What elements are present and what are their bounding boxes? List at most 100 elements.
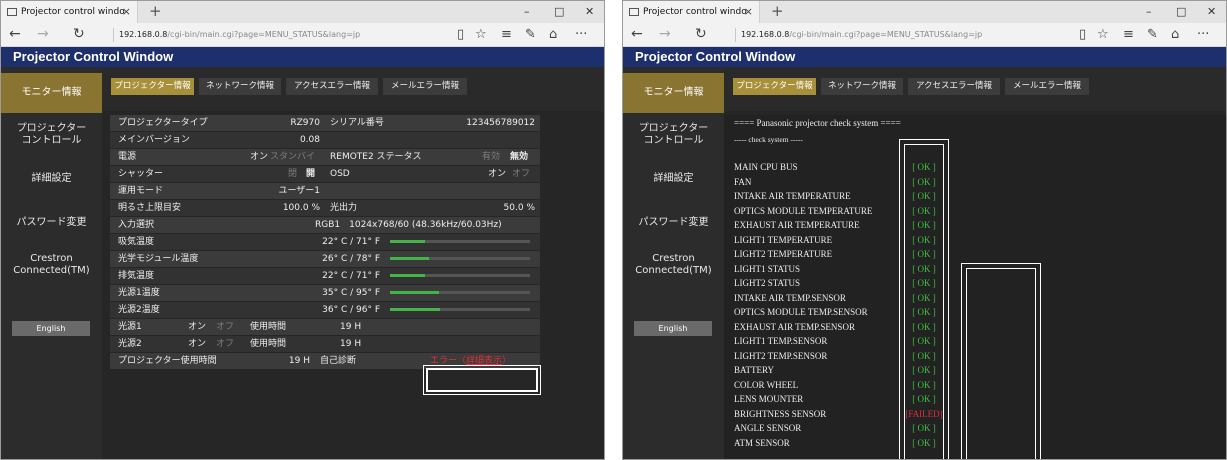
minimize-button[interactable]: – [1146, 1, 1152, 23]
sidebar-item-password[interactable]: パスワード変更 [1, 205, 102, 241]
sidebar-item-crestron[interactable]: Crestron Connected(TM) [1, 247, 102, 283]
error-prefix: エラー（ [430, 356, 467, 366]
output-value: 50.0 % [503, 203, 535, 213]
error-highlight-box [423, 365, 541, 395]
check-header: ==== Panasonic projector check system ==… [734, 118, 901, 128]
web-note-icon[interactable]: ✎ [525, 26, 536, 43]
english-button[interactable]: English [12, 321, 90, 336]
check-item-name: FAN [734, 176, 752, 187]
tab-network-info[interactable]: ネットワーク情報 [199, 78, 281, 95]
tab-access-error[interactable]: アクセスエラー情報 [286, 78, 378, 95]
reading-view-icon[interactable]: ▯ [457, 26, 464, 43]
sidebar: モニター情報 プロジェクター コントロール 詳細設定 パスワード変更 Crest… [1, 67, 102, 459]
share-icon[interactable]: ⌂ [549, 26, 557, 43]
tab-network-info[interactable]: ネットワーク情報 [821, 78, 903, 95]
temp-label: 光学モジュール温度 [118, 254, 199, 264]
sidebar: モニター情報 プロジェクター コントロール 詳細設定 パスワード変更 Crest… [623, 67, 724, 459]
tab-projector-info[interactable]: プロジェクター情報 [111, 78, 194, 95]
check-item-name: OPTICS MODULE TEMP.SENSOR [734, 307, 868, 317]
url-path: /cgi-bin/main.cgi?page=MENU_STATUS&lang=… [167, 30, 361, 39]
more-icon[interactable]: ··· [1197, 26, 1209, 43]
tab-mail-error[interactable]: メールエラー情報 [383, 78, 467, 95]
temp-value: 36° C / 96° F [322, 305, 380, 315]
sidebar-item-detail-settings[interactable]: 詳細設定 [623, 161, 724, 197]
sidebar-item-crestron[interactable]: Crestron Connected(TM) [623, 247, 724, 283]
back-icon[interactable]: ← [9, 26, 21, 43]
table-row: シャッター 閉 開 OSD オン オフ [110, 166, 540, 182]
share-icon[interactable]: ⌂ [1171, 26, 1179, 43]
url-field[interactable]: 192.168.0.8/cgi-bin/main.cgi?page=MENU_S… [119, 29, 360, 41]
forward-icon[interactable]: → [37, 26, 49, 43]
temp-bar [390, 291, 530, 294]
table-row: メインバージョン 0.08 [110, 132, 540, 148]
usage-label: 使用時間 [250, 339, 287, 349]
close-tab-icon[interactable]: × [744, 1, 753, 23]
osd-off: オフ [512, 169, 531, 179]
favorite-star-icon[interactable]: ☆ [475, 26, 487, 43]
error-status: エラー（詳細表示） [430, 353, 511, 369]
tab-projector-info[interactable]: プロジェクター情報 [733, 78, 816, 95]
check-item-name: ATM SENSOR [734, 437, 790, 448]
input-label: 入力選択 [118, 220, 155, 230]
check-item-name: LIGHT1 TEMPERATURE [734, 234, 833, 245]
temp-bar [390, 308, 530, 311]
temp-value: 35° C / 95° F [322, 288, 380, 298]
table-row: 光源1温度 35° C / 95° F [110, 285, 540, 301]
output-label: 光出力 [330, 203, 358, 213]
temp-bar-fill [390, 257, 430, 260]
sidebar-item-projector-control[interactable]: プロジェクター コントロール [623, 117, 724, 153]
light1-on: オン [188, 322, 207, 332]
refresh-icon[interactable]: ↻ [73, 26, 85, 43]
table-row: 光源2温度 36° C / 96° F [110, 302, 540, 318]
shutter-label: シャッター [118, 169, 164, 179]
close-window-button[interactable]: ✕ [1207, 1, 1216, 23]
forward-icon[interactable]: → [659, 26, 671, 43]
sidebar-item-monitor[interactable]: モニター情報 [623, 73, 724, 113]
hub-icon[interactable]: ≡ [501, 26, 512, 43]
back-icon[interactable]: ← [631, 26, 643, 43]
temp-bar-fill [390, 308, 441, 311]
check-item-name: LIGHT2 TEMPERATURE [734, 249, 833, 259]
favorite-star-icon[interactable]: ☆ [1097, 26, 1109, 43]
tab-title: Projector control windo [21, 7, 125, 17]
temp-label: 光源1温度 [118, 288, 160, 298]
new-tab-button[interactable]: + [771, 1, 784, 21]
reading-view-icon[interactable]: ▯ [1079, 26, 1086, 43]
temp-value: 26° C / 78° F [322, 254, 380, 264]
sidebar-item-projector-control[interactable]: プロジェクター コントロール [1, 117, 102, 153]
table-row: 運用モード ユーザー1 [110, 183, 540, 199]
maximize-button[interactable]: □ [554, 1, 564, 23]
web-note-icon[interactable]: ✎ [1147, 26, 1158, 43]
refresh-icon[interactable]: ↻ [695, 26, 707, 43]
table-row: プロジェクター使用時間 19 H 自己診断 エラー（詳細表示） [110, 353, 540, 369]
hub-icon[interactable]: ≡ [1123, 26, 1134, 43]
more-icon[interactable]: ··· [575, 26, 587, 43]
url-field[interactable]: 192.168.0.8/cgi-bin/main.cgi?page=MENU_S… [741, 29, 982, 41]
projector-hours-value: 19 H [288, 356, 310, 366]
check-item-name: LIGHT1 STATUS [734, 263, 801, 274]
maximize-button[interactable]: □ [1176, 1, 1186, 23]
close-window-button[interactable]: ✕ [585, 1, 594, 23]
browser-tab[interactable]: Projector control windo × [1, 1, 138, 23]
sidebar-item-monitor[interactable]: モニター情報 [1, 73, 102, 113]
page-icon [629, 8, 639, 16]
brightness-label: 明るさ上限目安 [118, 203, 182, 213]
close-tab-icon[interactable]: × [122, 1, 131, 23]
remote2-disabled: 無効 [510, 152, 529, 162]
remote2-label: REMOTE2 ステータス [330, 152, 422, 162]
url-path: /cgi-bin/main.cgi?page=MENU_STATUS&lang=… [789, 30, 983, 39]
tab-mail-error[interactable]: メールエラー情報 [1005, 78, 1089, 95]
sidebar-item-password[interactable]: パスワード変更 [623, 205, 724, 241]
app-title: Projector Control Window [623, 47, 1226, 67]
temp-label: 排気温度 [118, 271, 155, 281]
minimize-button[interactable]: – [524, 1, 530, 23]
browser-tab[interactable]: Projector control windo × [623, 1, 760, 23]
sidebar-item-detail-settings[interactable]: 詳細設定 [1, 161, 102, 197]
error-detail-link[interactable]: 詳細表示 [466, 356, 502, 366]
check-item-name: ANGLE SENSOR [734, 423, 802, 433]
power-on: オン [250, 152, 269, 162]
tab-access-error[interactable]: アクセスエラー情報 [908, 78, 1000, 95]
new-tab-button[interactable]: + [149, 1, 162, 21]
content-tabs: プロジェクター情報 ネットワーク情報 アクセスエラー情報 メールエラー情報 [102, 67, 604, 111]
english-button[interactable]: English [634, 321, 712, 336]
